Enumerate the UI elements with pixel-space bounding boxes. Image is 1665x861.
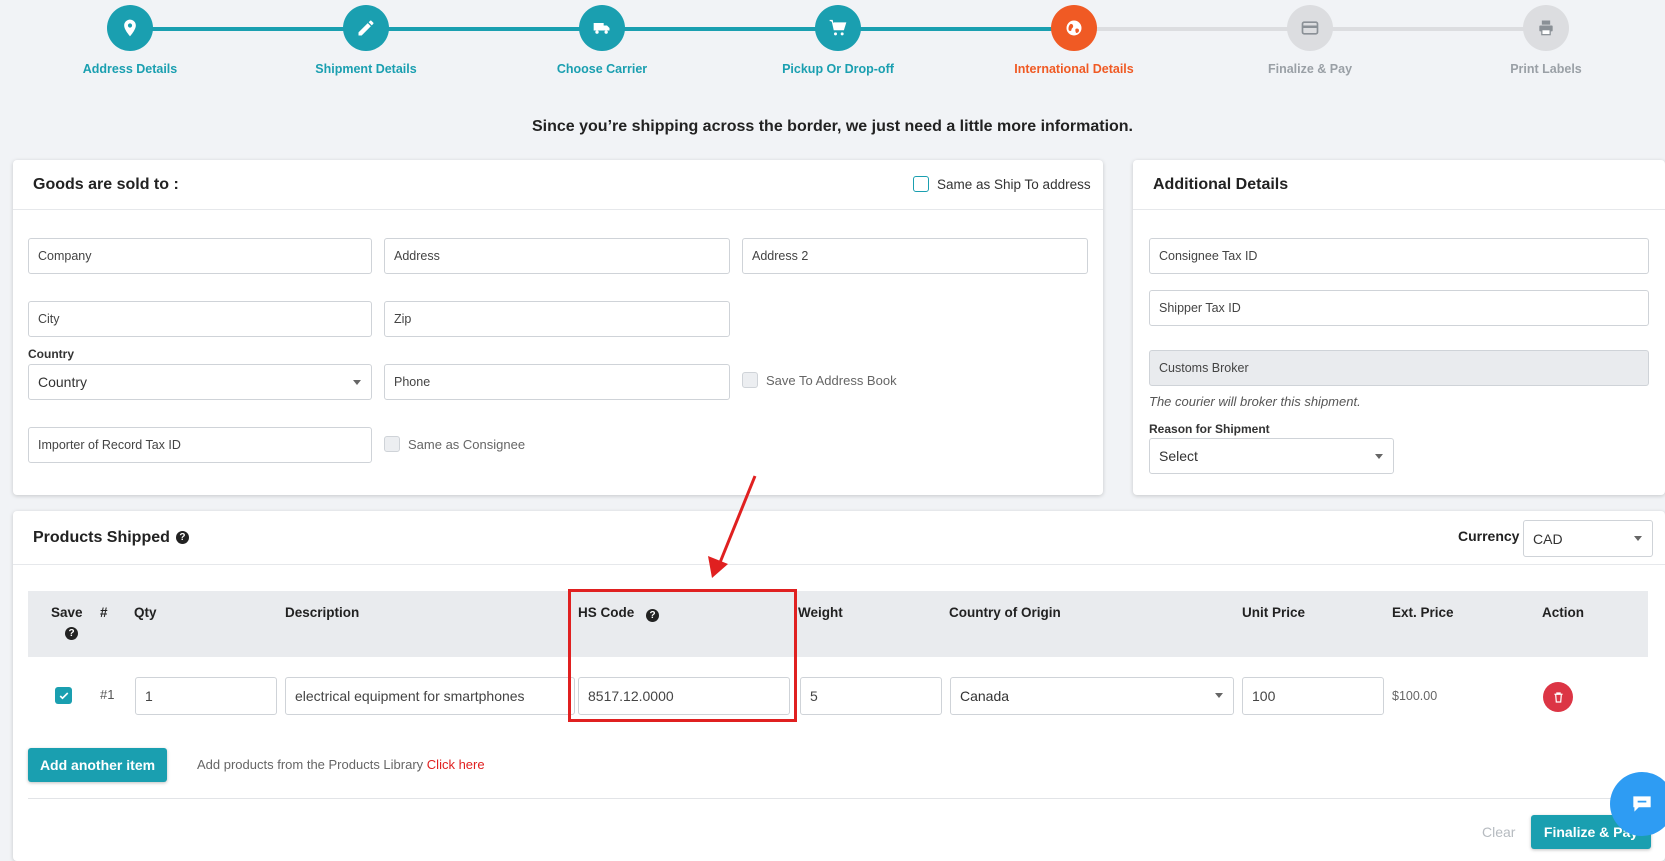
annotation-arrow-icon bbox=[708, 475, 757, 578]
description-input[interactable]: electrical equipment for smartphones bbox=[285, 677, 575, 715]
checkbox-box[interactable] bbox=[742, 372, 758, 388]
products-shipped-header: Products Shipped ? bbox=[13, 511, 1665, 565]
add-another-item-button[interactable]: Add another item bbox=[28, 748, 167, 782]
col-save: Save bbox=[51, 605, 83, 620]
clear-button[interactable]: Clear bbox=[1482, 824, 1515, 840]
customs-broker-field[interactable]: Customs Broker bbox=[1149, 350, 1649, 386]
col-weight: Weight bbox=[798, 605, 843, 620]
same-as-ship-to-label: Same as Ship To address bbox=[937, 176, 1091, 192]
cart-icon bbox=[815, 5, 861, 51]
shipper-tax-id-field[interactable]: Shipper Tax ID bbox=[1149, 290, 1649, 326]
address2-field[interactable]: Address 2 bbox=[742, 238, 1088, 274]
country-label: Country bbox=[28, 347, 74, 361]
col-description: Description bbox=[285, 605, 360, 620]
city-field[interactable]: City bbox=[28, 301, 372, 337]
country-of-origin-select[interactable]: Canada bbox=[950, 677, 1234, 715]
products-library-link[interactable]: Click here bbox=[427, 757, 485, 772]
step-label: International Details bbox=[1014, 62, 1134, 76]
col-ext-price: Ext. Price bbox=[1392, 605, 1454, 620]
chevron-down-icon bbox=[1634, 536, 1642, 541]
zip-field[interactable]: Zip bbox=[384, 301, 730, 337]
broker-note: The courier will broker this shipment. bbox=[1149, 394, 1361, 409]
save-row-checkbox[interactable] bbox=[55, 687, 72, 704]
country-select[interactable]: Country bbox=[28, 364, 372, 400]
same-as-consignee-label: Same as Consignee bbox=[408, 436, 526, 452]
unit-price-input[interactable]: 100 bbox=[1242, 677, 1384, 715]
phone-field[interactable]: Phone bbox=[384, 364, 730, 400]
additional-details-title: Additional Details bbox=[1153, 175, 1289, 193]
check-icon bbox=[59, 691, 68, 699]
step-label: Address Details bbox=[82, 62, 178, 76]
products-table-header: Save ? # Qty Description HS Code ? Weigh… bbox=[28, 591, 1648, 657]
country-of-origin-value: Canada bbox=[960, 688, 1010, 704]
step-choose-carrier[interactable]: Choose Carrier bbox=[502, 5, 702, 76]
chat-icon bbox=[1633, 796, 1651, 812]
intro-message: Since you’re shipping across the border,… bbox=[531, 118, 1133, 135]
globe-icon bbox=[1051, 5, 1097, 51]
reason-select-value: Select bbox=[1159, 448, 1198, 464]
col-unit-price: Unit Price bbox=[1242, 605, 1306, 620]
step-shipment-details[interactable]: Shipment Details bbox=[266, 5, 466, 76]
goods-sold-to-card: Goods are sold to : Same as Ship To addr… bbox=[13, 160, 1103, 495]
checkbox-box[interactable] bbox=[384, 436, 400, 452]
step-address-details[interactable]: Address Details bbox=[30, 5, 230, 76]
step-label: Finalize & Pay bbox=[1267, 62, 1353, 76]
step-finalize-pay[interactable]: Finalize & Pay bbox=[1210, 5, 1410, 76]
company-field[interactable]: Company bbox=[28, 238, 372, 274]
col-action: Action bbox=[1542, 605, 1584, 620]
help-icon[interactable]: ? bbox=[175, 531, 189, 544]
chevron-down-icon bbox=[353, 380, 361, 385]
credit-card-icon bbox=[1287, 5, 1333, 51]
checkbox-box[interactable] bbox=[913, 176, 929, 192]
map-pin-icon bbox=[107, 5, 153, 51]
step-pickup-dropoff[interactable]: Pickup Or Drop-off bbox=[738, 5, 938, 76]
help-icon[interactable]: ? bbox=[65, 627, 78, 640]
row-number: #1 bbox=[100, 687, 115, 702]
qty-input[interactable]: 1 bbox=[135, 677, 277, 715]
same-as-consignee-checkbox[interactable]: Same as Consignee bbox=[384, 436, 525, 452]
trash-icon bbox=[1553, 691, 1563, 703]
products-library-label: Add products from the Products Library bbox=[197, 757, 424, 772]
step-international-details[interactable]: International Details bbox=[974, 5, 1174, 76]
printer-icon bbox=[1523, 5, 1569, 51]
goods-sold-to-title: Goods are sold to : bbox=[33, 175, 179, 193]
step-label: Pickup Or Drop-off bbox=[782, 62, 894, 76]
address-field[interactable]: Address bbox=[384, 238, 730, 274]
col-qty: Qty bbox=[134, 605, 157, 620]
ext-price-value: $100.00 bbox=[1392, 689, 1438, 703]
weight-input[interactable]: 5 bbox=[800, 677, 942, 715]
pencil-icon bbox=[343, 5, 389, 51]
divider bbox=[28, 798, 1648, 799]
country-select-value: Country bbox=[38, 374, 88, 390]
additional-details-card: Additional Details Consignee Tax ID Ship… bbox=[1133, 160, 1665, 495]
reason-for-shipment-select[interactable]: Select bbox=[1149, 438, 1394, 474]
hs-code-highlight-box bbox=[568, 589, 797, 722]
currency-label: Currency bbox=[1458, 528, 1520, 544]
step-label: Choose Carrier bbox=[556, 62, 648, 76]
products-shipped-title: Products Shipped bbox=[33, 528, 170, 546]
chat-support-button[interactable] bbox=[1610, 772, 1665, 836]
currency-select-value: CAD bbox=[1533, 530, 1563, 547]
delete-row-button[interactable] bbox=[1543, 682, 1573, 712]
step-print-labels[interactable]: Print Labels bbox=[1446, 5, 1646, 76]
currency-select[interactable]: CAD bbox=[1523, 520, 1653, 557]
reason-for-shipment-label: Reason for Shipment bbox=[1149, 422, 1270, 436]
col-number: # bbox=[100, 605, 108, 620]
products-library-text: Add products from the Products Library C… bbox=[197, 757, 485, 772]
progress-stepper: Address Details Shipment Details Choose … bbox=[0, 0, 1665, 90]
chevron-down-icon bbox=[1215, 693, 1223, 698]
chevron-down-icon bbox=[1375, 454, 1383, 459]
additional-details-header: Additional Details bbox=[1133, 160, 1665, 210]
truck-icon bbox=[579, 5, 625, 51]
consignee-tax-id-field[interactable]: Consignee Tax ID bbox=[1149, 238, 1649, 274]
importer-tax-id-field[interactable]: Importer of Record Tax ID bbox=[28, 427, 372, 463]
save-to-address-book-label: Save To Address Book bbox=[766, 372, 897, 388]
col-country-of-origin: Country of Origin bbox=[949, 605, 1061, 620]
step-label: Print Labels bbox=[1510, 62, 1582, 76]
step-label: Shipment Details bbox=[315, 62, 417, 76]
save-to-address-book-checkbox[interactable]: Save To Address Book bbox=[742, 372, 897, 388]
same-as-ship-to-checkbox[interactable]: Same as Ship To address bbox=[913, 176, 1091, 192]
